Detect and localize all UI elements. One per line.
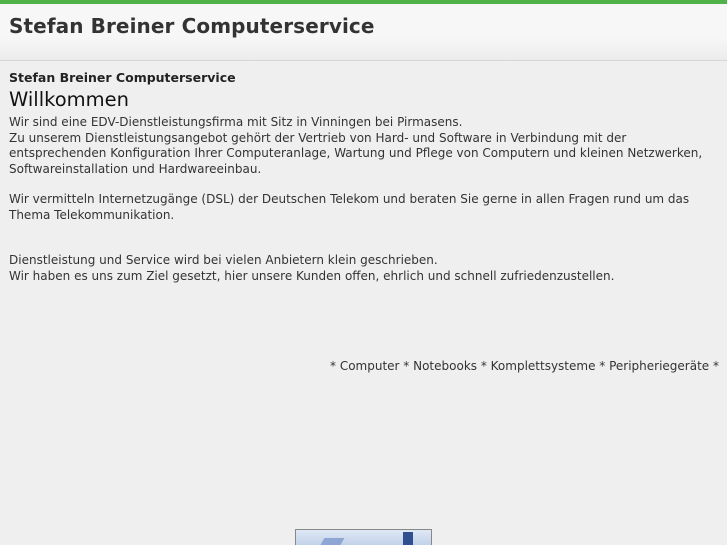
product-image (295, 529, 432, 545)
intro-line-2: Zu unserem Dienstleistungsangebot gehört… (9, 130, 703, 176)
dsl-paragraph: Wir vermitteln Internetzugänge (DSL) der… (9, 192, 690, 222)
image-shape-right (403, 532, 413, 545)
site-title[interactable]: Stefan Breiner Computerservice (9, 14, 375, 38)
content-subtitle: Stefan Breiner Computerservice (9, 70, 236, 85)
products-line: * Computer * Notebooks * Komplettsysteme… (330, 359, 719, 373)
welcome-heading: Willkommen (9, 88, 129, 111)
service-line-2: Wir haben es uns zum Ziel gesetzt, hier … (9, 268, 615, 283)
page: Stefan Breiner Computerservice Stefan Br… (0, 0, 727, 545)
image-shape-left (317, 538, 345, 545)
main-content: Stefan Breiner Computerservice Willkomme… (0, 70, 727, 284)
site-header: Stefan Breiner Computerservice (0, 4, 727, 61)
intro-line-1: Wir sind eine EDV-Dienstleistungsfirma m… (9, 115, 463, 129)
service-line-1: Dienstleistung und Service wird bei viel… (9, 253, 438, 267)
